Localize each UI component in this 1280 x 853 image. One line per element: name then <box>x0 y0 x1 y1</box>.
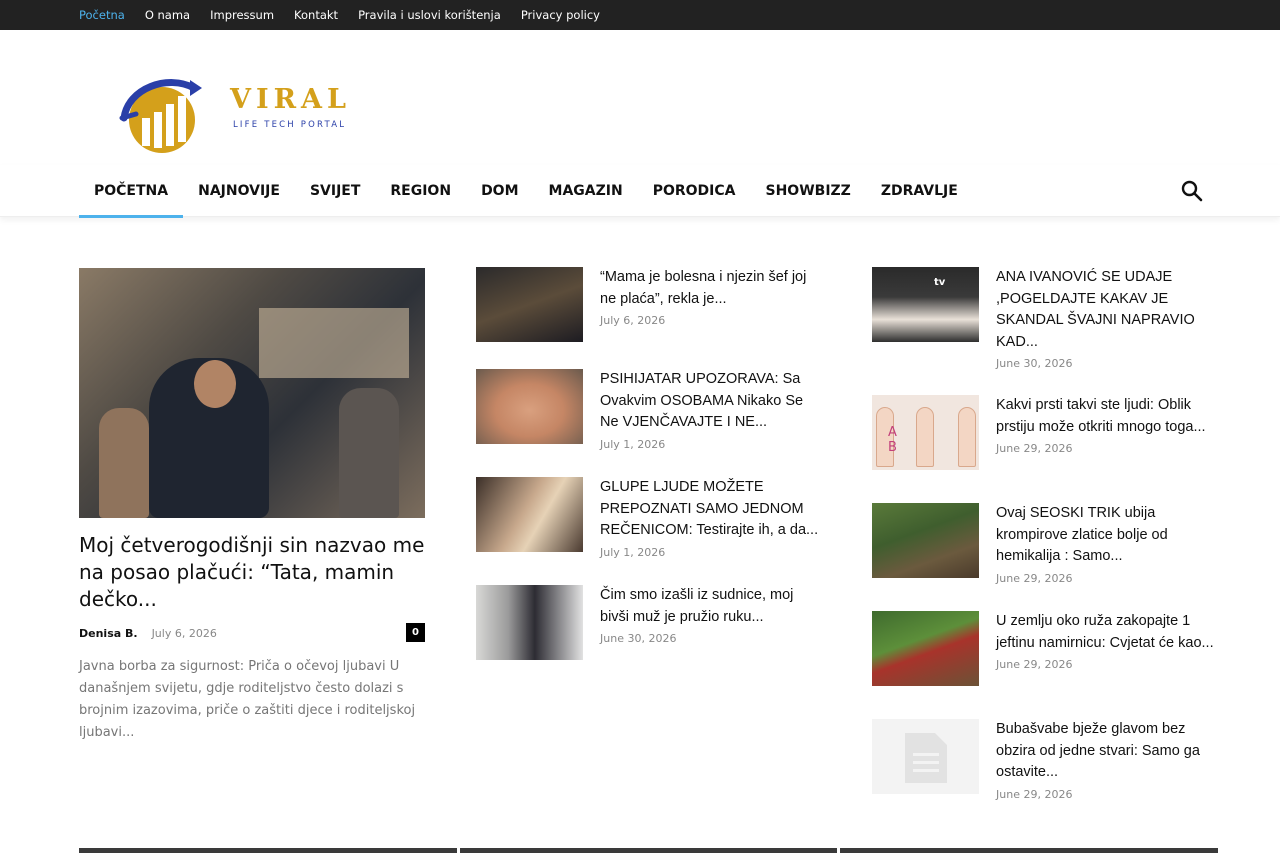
nav-item-porodica[interactable]: PORODICA <box>638 165 751 217</box>
nav-item-svijet[interactable]: SVIJET <box>295 165 375 217</box>
article-date: July 6, 2026 <box>600 314 666 327</box>
article-thumbnail[interactable] <box>476 477 583 552</box>
nav-item-magazin[interactable]: MAGAZIN <box>534 165 638 217</box>
nav-item-region[interactable]: REGION <box>375 165 466 217</box>
content-area: Moj četverogodišnji sin nazvao me na pos… <box>0 217 1280 853</box>
document-icon <box>905 733 947 783</box>
main-nav: POČETNA NAJNOVIJE SVIJET REGION DOM MAGA… <box>0 165 1280 218</box>
article-title[interactable]: Čim smo izašli iz sudnice, moj bivši muž… <box>600 585 822 628</box>
nav-item-najnovije[interactable]: NAJNOVIJE <box>183 165 295 217</box>
article-title[interactable]: U zemlju oko ruža zakopajte 1 jeftinu na… <box>996 611 1218 654</box>
logo-tagline: LIFE TECH PORTAL <box>233 120 347 130</box>
article-thumbnail[interactable] <box>476 585 583 660</box>
article-title[interactable]: Bubašvabe bježe glavom bez obzira od jed… <box>996 719 1218 784</box>
featured-date: July 6, 2026 <box>151 626 217 640</box>
article-thumbnail[interactable]: tv <box>872 267 979 342</box>
article-date: July 1, 2026 <box>600 437 666 451</box>
top-link-pocetna[interactable]: Početna <box>79 8 125 22</box>
featured-excerpt: Javna borba za sigurnost: Priča o očevoj… <box>79 659 416 740</box>
article-title[interactable]: GLUPE LJUDE MOŽETE PREPOZNATI SAMO JEDNO… <box>600 477 822 542</box>
article-title[interactable]: Ovaj SEOSKI TRIK ubija krompirove zlatic… <box>996 503 1218 568</box>
comment-count-badge[interactable]: 0 <box>406 623 425 642</box>
article-date: June 29, 2026 <box>996 787 1073 801</box>
logo-chart-icon <box>119 79 202 153</box>
thumbnail-watermark: tv <box>934 277 946 288</box>
featured-author[interactable]: Denisa B. <box>79 627 138 640</box>
featured-article: Moj četverogodišnji sin nazvao me na pos… <box>79 268 425 744</box>
article-date: June 29, 2026 <box>996 442 1073 455</box>
article-title[interactable]: “Mama je bolesna i njezin šef joj ne pla… <box>600 267 822 310</box>
article-thumbnail-placeholder[interactable] <box>872 719 979 794</box>
nav-item-zdravlje[interactable]: ZDRAVLJE <box>866 165 973 217</box>
next-section-preview <box>79 848 1219 853</box>
article-thumbnail[interactable] <box>476 267 583 342</box>
article-date: June 29, 2026 <box>996 571 1073 585</box>
top-link-impressum[interactable]: Impressum <box>210 8 274 22</box>
article-date: July 1, 2026 <box>600 545 666 559</box>
featured-image[interactable] <box>79 268 425 518</box>
top-link-o-nama[interactable]: O nama <box>145 8 190 22</box>
top-link-privacy[interactable]: Privacy policy <box>521 8 600 22</box>
article-thumbnail[interactable] <box>872 503 979 578</box>
featured-title[interactable]: Moj četverogodišnji sin nazvao me na pos… <box>79 532 425 613</box>
article-thumbnail[interactable] <box>476 369 583 444</box>
nav-item-dom[interactable]: DOM <box>466 165 533 217</box>
article-title[interactable]: Kakvi prsti takvi ste ljudi: Oblik prsti… <box>996 395 1218 438</box>
nav-item-pocetna[interactable]: POČETNA <box>79 165 184 218</box>
site-header: VIRAL LIFE TECH PORTAL <box>0 30 1280 165</box>
article-title[interactable]: ANA IVANOVIĆ SE UDAJE ,POGELDAJTE KAKAV … <box>996 267 1218 353</box>
article-date: June 30, 2026 <box>996 357 1073 370</box>
top-menu-bar: Početna O nama Impressum Kontakt Pravila… <box>0 0 1280 30</box>
article-thumbnail[interactable] <box>872 611 979 686</box>
article-date: June 30, 2026 <box>600 632 677 645</box>
nav-item-showbizz[interactable]: SHOWBIZZ <box>751 165 866 217</box>
search-icon[interactable] <box>1180 179 1204 203</box>
article-date: June 29, 2026 <box>996 658 1073 671</box>
top-link-pravila[interactable]: Pravila i uslovi korištenja <box>358 8 501 22</box>
thumbnail-letters: A B <box>888 425 923 455</box>
logo-wordmark: VIRAL <box>230 84 351 115</box>
top-link-kontakt[interactable]: Kontakt <box>294 8 338 22</box>
featured-meta: Denisa B. July 6, 2026 0 <box>79 623 425 643</box>
article-title[interactable]: PSIHIJATAR UPOZORAVA: Sa Ovakvim OSOBAMA… <box>600 369 822 434</box>
article-thumbnail[interactable]: A B <box>872 395 979 470</box>
